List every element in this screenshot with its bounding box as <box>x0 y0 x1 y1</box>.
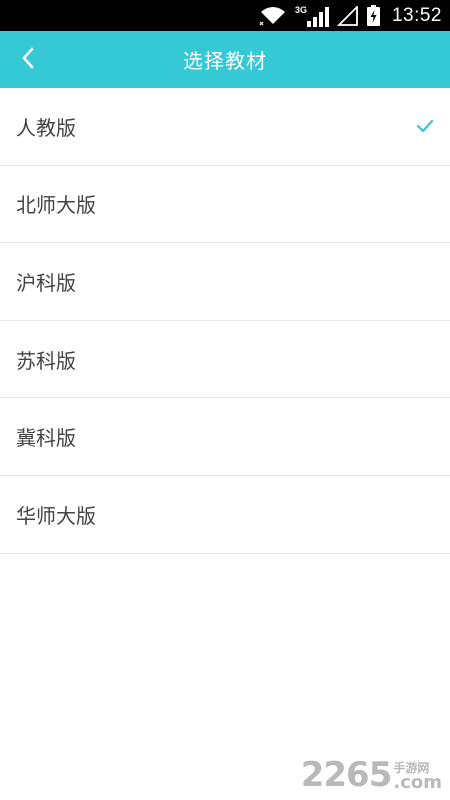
list-item-label: 北师大版 <box>16 193 96 218</box>
checkmark-icon <box>416 119 434 133</box>
textbook-item-suke[interactable]: 苏科版 <box>0 321 450 399</box>
clock: 13:52 <box>391 4 442 26</box>
textbook-item-beishida[interactable]: 北师大版 <box>0 166 450 244</box>
list-item-label: 冀科版 <box>16 426 76 451</box>
network-type-label: 3G <box>294 4 307 15</box>
battery-charging-icon <box>366 5 380 26</box>
watermark-side: 手游网 .com <box>393 762 442 792</box>
wifi-icon <box>259 6 287 26</box>
watermark-suffix: .com <box>393 772 442 793</box>
back-button[interactable] <box>6 31 50 88</box>
chevron-left-icon <box>21 47 35 73</box>
list-item-label: 苏科版 <box>16 348 76 373</box>
list-item-label: 人教版 <box>16 115 76 140</box>
app-header: 选择教材 <box>0 31 450 88</box>
list-item-label: 华师大版 <box>16 503 96 528</box>
no-signal-icon <box>336 5 359 26</box>
list-item-label: 沪科版 <box>16 270 76 295</box>
status-bar: 3G 13:52 <box>0 0 450 31</box>
page-title: 选择教材 <box>183 49 267 73</box>
textbook-item-huashida[interactable]: 华师大版 <box>0 476 450 554</box>
cellular-signal-icon: 3G <box>295 5 329 27</box>
textbook-item-huke[interactable]: 沪科版 <box>0 243 450 321</box>
textbook-item-renjiao[interactable]: 人教版 <box>0 88 450 166</box>
watermark-number: 2265 <box>300 755 393 795</box>
textbook-list: 人教版 北师大版 沪科版 苏科版 冀科版 华师大版 <box>0 88 450 554</box>
watermark: 2265 手游网 .com <box>301 758 442 792</box>
textbook-item-jike[interactable]: 冀科版 <box>0 398 450 476</box>
